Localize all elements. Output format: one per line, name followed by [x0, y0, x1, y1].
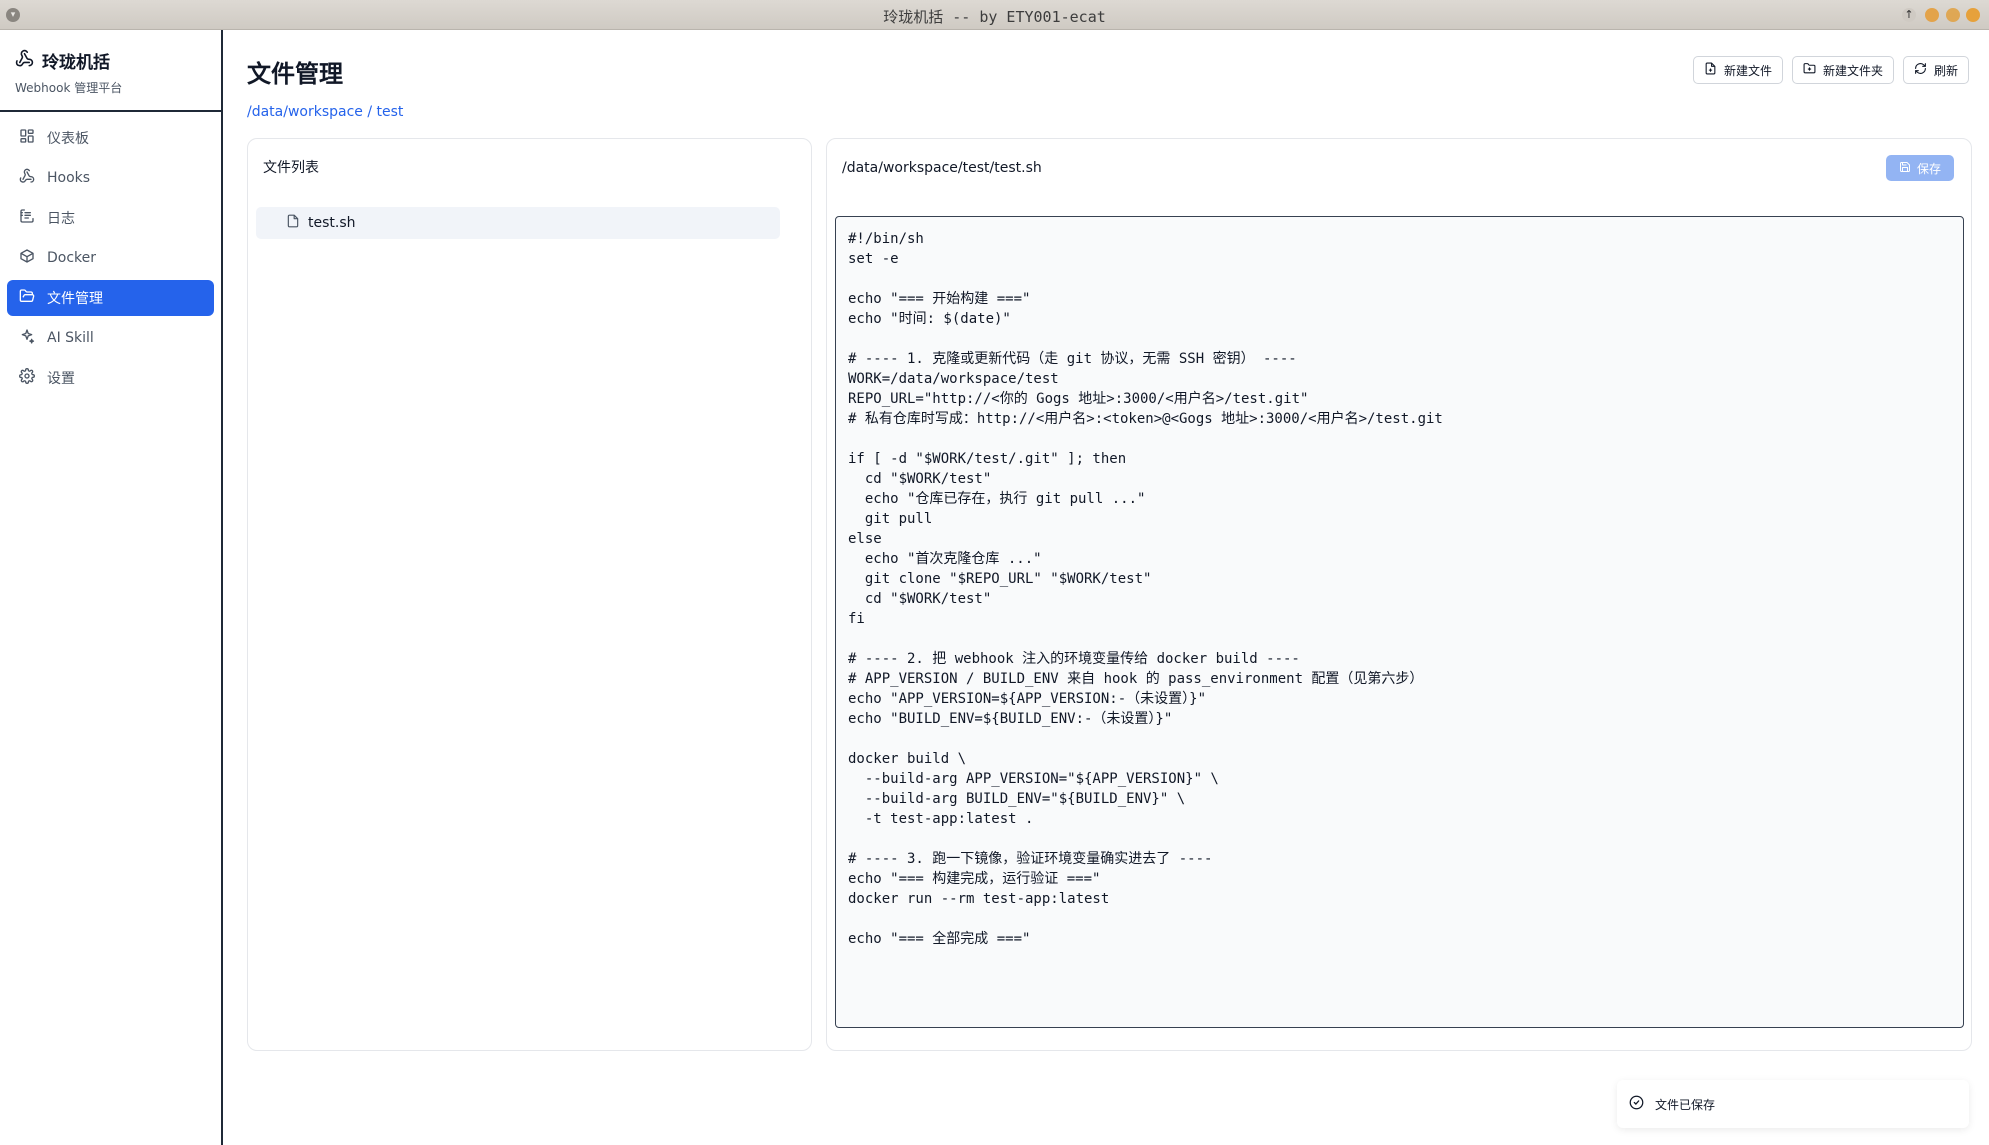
refresh-button[interactable]: 刷新 [1902, 56, 1969, 84]
sidebar-item-label: 文件管理 [47, 291, 103, 307]
container-icon [19, 248, 35, 268]
sidebar: 玲珑机括 Webhook 管理平台 仪表板 Hooks 日志 Docker 文件… [0, 30, 223, 1145]
refresh-icon [1914, 62, 1927, 78]
window-title: 玲珑机括 -- by ETY001-ecat [883, 8, 1106, 26]
sidebar-nav: 仪表板 Hooks 日志 Docker 文件管理 AI Skill 设置 [0, 112, 221, 408]
new-file-button[interactable]: 新建文件 [1692, 56, 1783, 84]
window-titlebar: ▾ 玲珑机括 -- by ETY001-ecat ↑ [0, 0, 1989, 30]
main-content: 文件管理 /data/workspace / test 新建文件 新建文件夹 刷… [225, 30, 1989, 1145]
sidebar-item-ai-skill[interactable]: AI Skill [7, 320, 214, 356]
sidebar-item-label: AI Skill [47, 330, 94, 346]
sidebar-item-dashboard[interactable]: 仪表板 [7, 120, 214, 156]
window-keep-above-icon[interactable]: ↑ [1902, 8, 1916, 22]
new-folder-button[interactable]: 新建文件夹 [1791, 56, 1894, 84]
new-file-label: 新建文件 [1723, 63, 1772, 78]
file-plus-icon [1704, 62, 1717, 78]
webhook-icon [15, 49, 34, 72]
refresh-label: 刷新 [1933, 63, 1958, 78]
brand-subtitle: Webhook 管理平台 [15, 81, 123, 95]
sidebar-item-settings[interactable]: 设置 [7, 360, 214, 396]
sidebar-item-hooks[interactable]: Hooks [7, 160, 214, 196]
file-list-panel: 文件列表 test.sh [247, 138, 812, 1051]
save-label: 保存 [1916, 161, 1941, 176]
sidebar-item-files[interactable]: 文件管理 [7, 280, 214, 316]
toolbar: 新建文件 新建文件夹 刷新 [1692, 56, 1969, 84]
new-folder-label: 新建文件夹 [1822, 63, 1883, 78]
check-circle-icon [1629, 1095, 1644, 1113]
sidebar-item-label: 设置 [47, 371, 75, 387]
save-button[interactable]: 保存 [1886, 155, 1954, 181]
sidebar-item-label: Docker [47, 250, 97, 266]
window-maximize-button[interactable] [1946, 8, 1960, 22]
editor-panel: /data/workspace/test/test.sh 保存 #!/bin/s… [826, 138, 1972, 1051]
sidebar-item-logs[interactable]: 日志 [7, 200, 214, 236]
list-item[interactable]: test.sh [256, 207, 780, 239]
sparkles-icon [19, 328, 35, 348]
breadcrumb[interactable]: /data/workspace / test [247, 104, 403, 120]
sidebar-item-label: 日志 [47, 211, 75, 227]
file-list-header: 文件列表 [263, 160, 319, 176]
window-close-button[interactable] [1966, 8, 1980, 22]
log-icon [19, 208, 35, 228]
save-icon [1899, 161, 1911, 176]
window-minimize-button[interactable] [1925, 8, 1939, 22]
webhook-icon [19, 168, 35, 188]
folder-icon [19, 288, 35, 308]
brand: 玲珑机括 Webhook 管理平台 [0, 30, 221, 112]
code-editor[interactable]: #!/bin/sh set -e echo "=== 开始构建 ===" ech… [835, 216, 1964, 1028]
sidebar-item-label: 仪表板 [47, 131, 89, 147]
brand-title: 玲珑机括 [42, 53, 110, 73]
sidebar-item-docker[interactable]: Docker [7, 240, 214, 276]
toast-notification: 文件已保存 [1617, 1080, 1969, 1128]
folder-plus-icon [1803, 62, 1816, 78]
file-icon [286, 214, 300, 232]
code-content[interactable]: #!/bin/sh set -e echo "=== 开始构建 ===" ech… [848, 229, 1951, 949]
page-title: 文件管理 [247, 60, 343, 88]
editor-file-path: /data/workspace/test/test.sh [842, 160, 1042, 176]
dashboard-icon [19, 128, 35, 148]
gear-icon [19, 368, 35, 388]
toast-message: 文件已保存 [1655, 1097, 1716, 1112]
sidebar-item-label: Hooks [47, 170, 91, 186]
file-name: test.sh [308, 215, 356, 231]
